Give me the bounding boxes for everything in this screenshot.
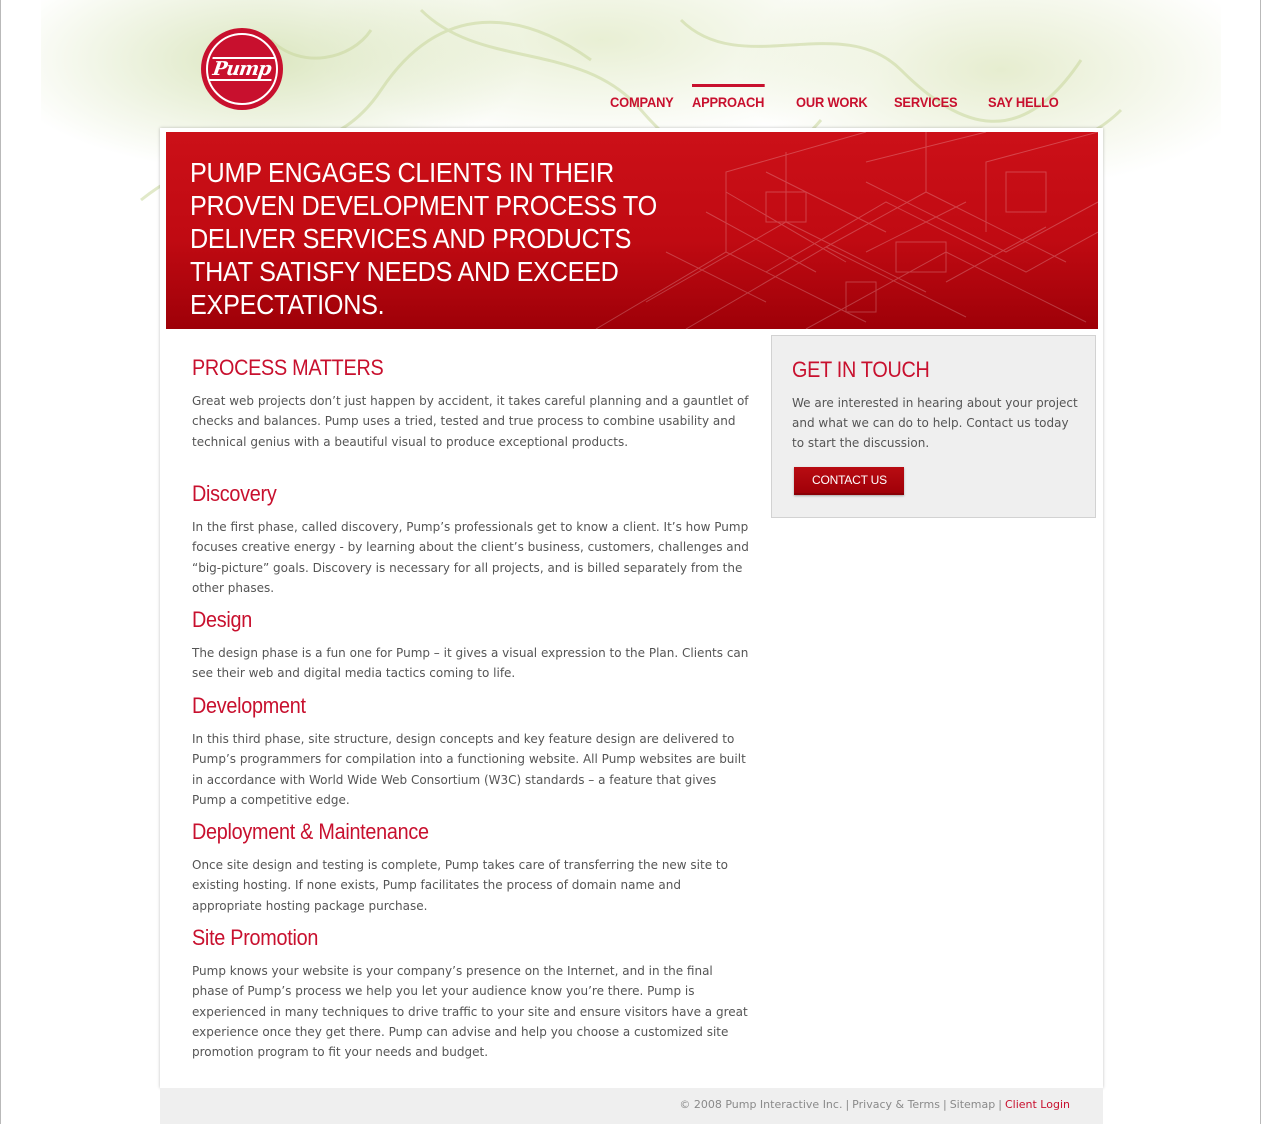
section-body: In the first phase, called discovery, Pu…: [192, 520, 749, 595]
footer-separator: |: [845, 1098, 850, 1111]
section-body: Great web projects don’t just happen by …: [192, 394, 749, 449]
section-body: Pump knows your website is your company’…: [192, 964, 748, 1060]
footer-separator: |: [998, 1098, 1002, 1111]
section-title: Deployment & Maintenance: [192, 819, 429, 844]
section-body: In this third phase, site structure, des…: [192, 732, 746, 807]
pump-logo[interactable]: Pump: [201, 28, 283, 110]
page: Pump COMPANY APPROACH OUR WORK SERVICES …: [0, 0, 1261, 1124]
sitemap-link[interactable]: Sitemap: [950, 1098, 996, 1111]
nav-item-approach[interactable]: APPROACH: [692, 84, 764, 124]
section-design: Design The design phase is a fun one for…: [192, 606, 752, 684]
get-in-touch-box: GET IN TOUCH We are interested in hearin…: [771, 335, 1096, 518]
section-deployment-maintenance: Deployment & Maintenance Once site desig…: [192, 818, 752, 916]
section-process-matters: PROCESS MATTERS Great web projects don’t…: [192, 354, 752, 452]
section-body: The design phase is a fun one for Pump –…: [192, 646, 749, 681]
privacy-terms-link[interactable]: Privacy & Terms: [852, 1098, 940, 1111]
client-login-link[interactable]: Client Login: [1005, 1098, 1070, 1111]
nav-item-services[interactable]: SERVICES: [894, 84, 958, 124]
contact-us-button[interactable]: CONTACT US: [794, 467, 904, 495]
copyright-text: © 2008 Pump Interactive Inc.: [679, 1098, 843, 1111]
nav-item-our-work[interactable]: OUR WORK: [796, 84, 868, 124]
footer: © 2008 Pump Interactive Inc. | Privacy & T…: [160, 1088, 1103, 1124]
nav-item-company[interactable]: COMPANY: [610, 84, 674, 124]
section-title: Discovery: [192, 481, 277, 506]
section-development: Development In this third phase, site st…: [192, 692, 752, 810]
section-title: Development: [192, 693, 306, 718]
sidebar-body: We are interested in hearing about your …: [792, 396, 1078, 450]
banner-headline: PUMP ENGAGES CLIENTS IN THEIR PROVEN DEV…: [190, 157, 657, 320]
section-title: Design: [192, 607, 253, 632]
logo-text: Pump: [209, 57, 275, 81]
footer-links: © 2008 Pump Interactive Inc. | Privacy & T…: [679, 1098, 1070, 1111]
sidebar-title: GET IN TOUCH: [792, 357, 930, 382]
footer-separator: |: [942, 1098, 947, 1111]
section-discovery: Discovery In the first phase, called dis…: [192, 480, 752, 598]
main-container: PUMP ENGAGES CLIENTS IN THEIR PROVEN DEV…: [160, 128, 1103, 1088]
nav-item-say-hello[interactable]: SAY HELLO: [988, 84, 1059, 124]
section-body: Once site design and testing is complete…: [192, 858, 728, 913]
section-site-promotion: Site Promotion Pump knows your website i…: [192, 924, 752, 1062]
section-title: PROCESS MATTERS: [192, 355, 384, 380]
hero-banner: PUMP ENGAGES CLIENTS IN THEIR PROVEN DEV…: [166, 132, 1098, 329]
section-title: Site Promotion: [192, 925, 319, 950]
